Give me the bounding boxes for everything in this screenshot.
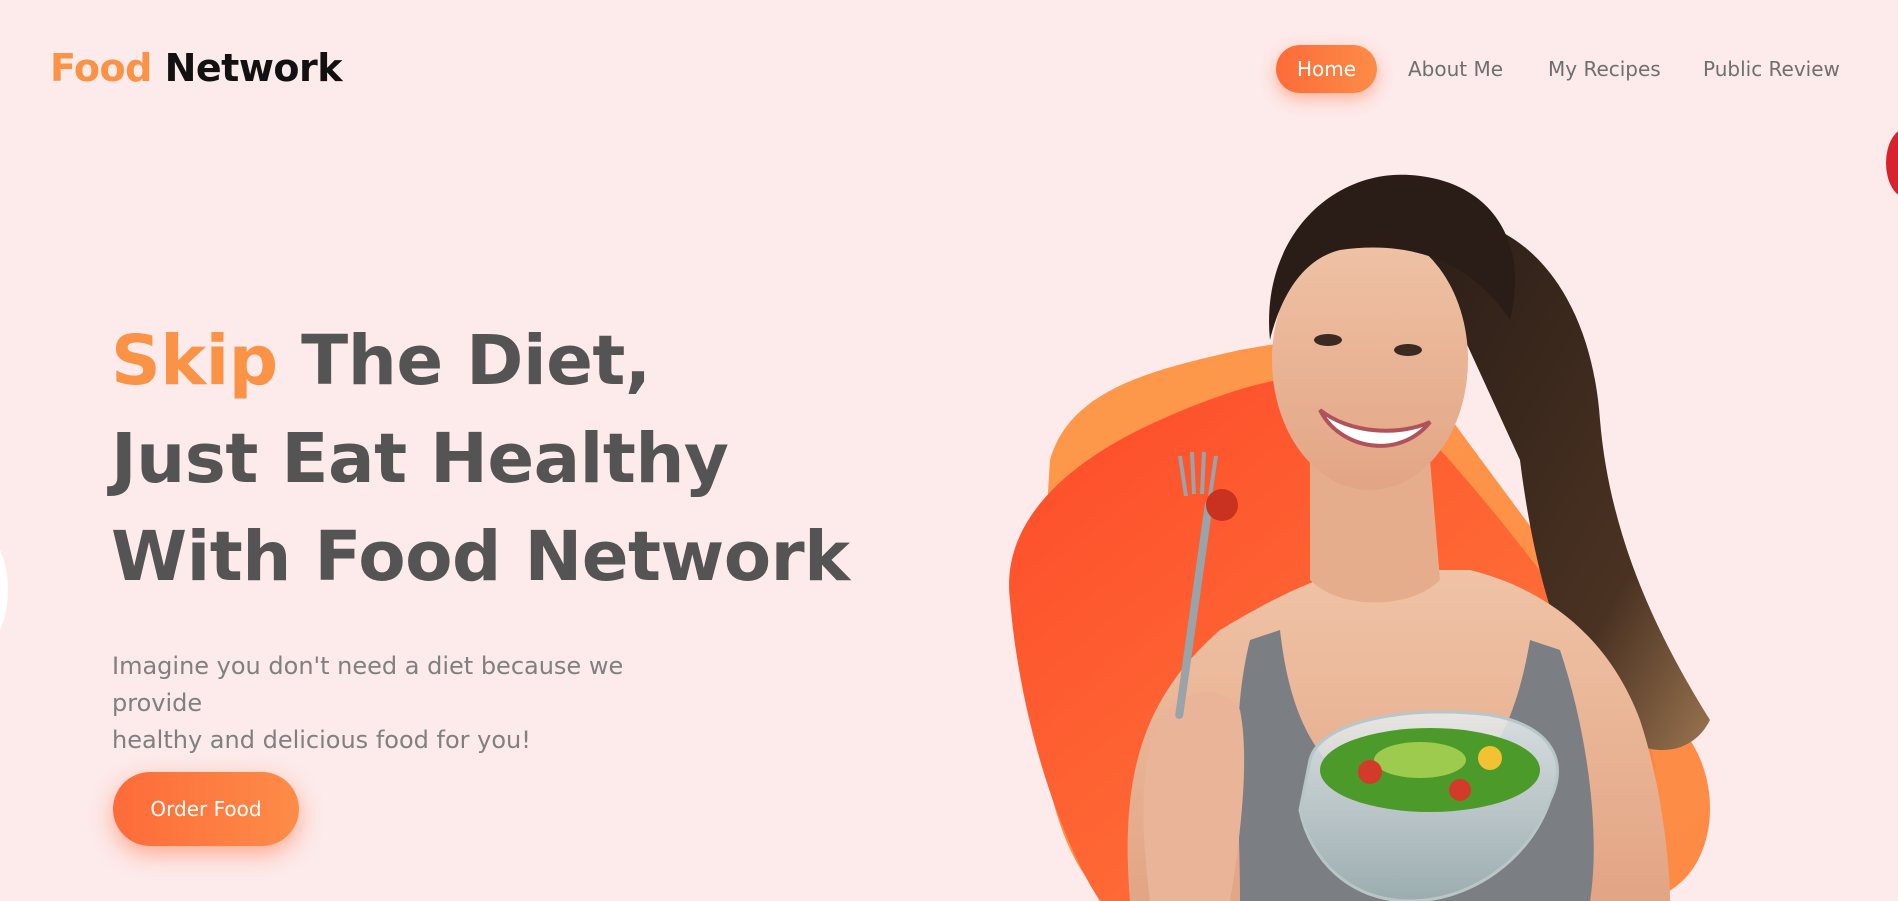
cherry-tomato <box>1206 489 1238 521</box>
hero-heading: Skip The Diet, Just Eat Healthy With Foo… <box>111 312 850 606</box>
avocado-slices <box>1374 742 1466 778</box>
hero-heading-line-1-rest: The Diet, <box>301 321 651 401</box>
hero-heading-accent: Skip <box>111 321 278 401</box>
nav-home[interactable]: Home <box>1276 45 1377 93</box>
order-food-button[interactable]: Order Food <box>113 772 299 846</box>
hero-image <box>990 160 1810 901</box>
hero-description: Imagine you don't need a diet because we… <box>112 648 712 759</box>
main-nav: Home About Me My Recipes Public Review <box>0 45 1898 93</box>
landing-page: Food Network Home About Me My Recipes Pu… <box>0 0 1898 901</box>
hero-description-line-1: Imagine you don't need a diet because we… <box>112 652 624 717</box>
tomato-2 <box>1478 746 1502 770</box>
hero-heading-line-2: Just Eat Healthy <box>111 419 729 499</box>
tomato-1 <box>1358 760 1382 784</box>
tomato-3 <box>1449 779 1471 801</box>
woman-eating-salad-image <box>1009 174 1710 901</box>
arm <box>1143 691 1245 901</box>
decorative-circle-left <box>0 520 8 660</box>
right-eye <box>1394 344 1422 356</box>
decorative-circle-right <box>1886 128 1898 198</box>
nav-about-me[interactable]: About Me <box>1408 45 1503 93</box>
hero-heading-line-1: Skip The Diet, <box>111 312 850 410</box>
nav-my-recipes[interactable]: My Recipes <box>1548 45 1661 93</box>
hero-heading-line-3: With Food Network <box>111 517 850 597</box>
nav-public-review[interactable]: Public Review <box>1703 45 1840 93</box>
left-eye <box>1314 334 1342 346</box>
hero-description-line-2: healthy and delicious food for you! <box>112 726 531 754</box>
